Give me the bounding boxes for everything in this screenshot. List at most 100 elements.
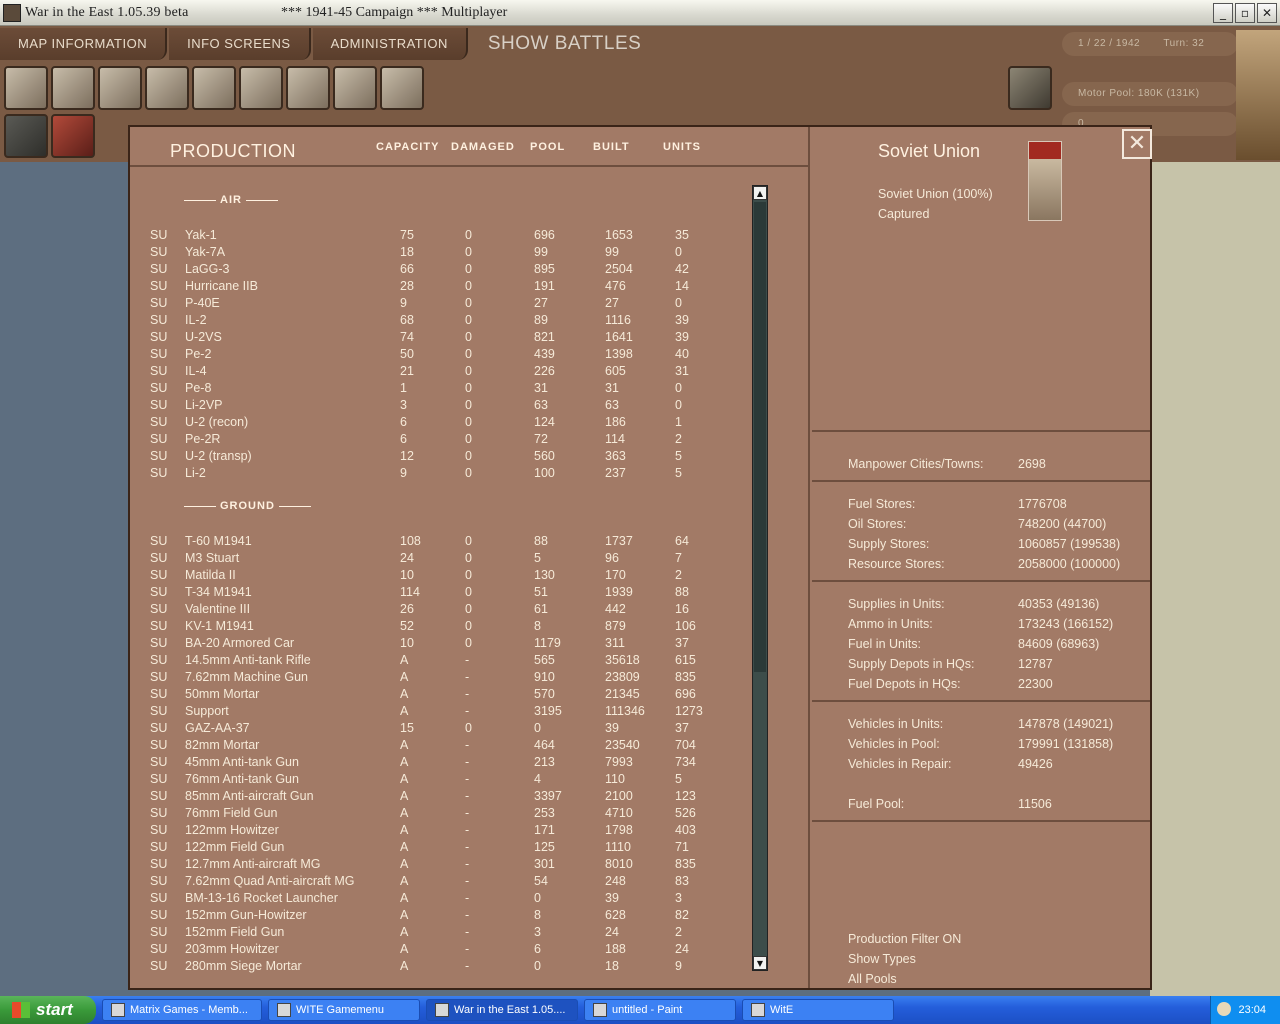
production-row[interactable]: SU Support A - 3195 111346 1273 [130, 703, 750, 720]
tray-arrow-icon[interactable] [1217, 1002, 1231, 1016]
capacity: 52 [400, 619, 414, 633]
tab-map-information[interactable]: MAP INFORMATION [0, 28, 168, 60]
scrollbar[interactable]: ▲ ▼ [752, 185, 768, 971]
staff-icon[interactable] [380, 66, 424, 110]
production-row[interactable]: SU Pe-2R 6 0 72 114 2 [130, 431, 750, 448]
orders-icon[interactable] [4, 66, 48, 110]
soldier-portrait [1236, 30, 1280, 160]
production-row[interactable]: SU Li-2 9 0 100 237 5 [130, 465, 750, 482]
close-icon[interactable]: ✕ [1122, 129, 1152, 159]
truck-icon[interactable] [1008, 66, 1052, 110]
maximize-button[interactable]: ▫ [1235, 3, 1255, 23]
production-row[interactable]: SU 82mm Mortar A - 464 23540 704 [130, 737, 750, 754]
production-row[interactable]: SU Yak-7A 18 0 99 99 0 [130, 244, 750, 261]
production-row[interactable]: SU 203mm Howitzer A - 6 188 24 [130, 941, 750, 958]
production-row[interactable]: SU P-40E 9 0 27 27 0 [130, 295, 750, 312]
vehicle-icon[interactable] [4, 114, 48, 158]
soldiers-icon[interactable] [98, 66, 142, 110]
task-war-in-the-east[interactable]: War in the East 1.05.... [426, 999, 578, 1021]
production-row[interactable]: SU BA-20 Armored Car 10 0 1179 311 37 [130, 635, 750, 652]
pool: 99 [534, 245, 548, 259]
production-row[interactable]: SU 12.7mm Anti-aircraft MG A - 301 8010 835 [130, 856, 750, 873]
minimize-button[interactable]: _ [1213, 3, 1233, 23]
production-row[interactable]: SU U-2VS 74 0 821 1641 39 [130, 329, 750, 346]
nation-code: SU [150, 806, 168, 820]
production-row[interactable]: SU 85mm Anti-aircraft Gun A - 3397 2100 123 [130, 788, 750, 805]
scroll-thumb[interactable] [754, 202, 766, 672]
scroll-up-icon[interactable]: ▲ [753, 186, 767, 200]
production-row[interactable]: SU Li-2VP 3 0 63 63 0 [130, 397, 750, 414]
close-window-button[interactable]: ✕ [1257, 3, 1277, 23]
capacity: 12 [400, 449, 414, 463]
production-row[interactable]: SU IL-4 21 0 226 605 31 [130, 363, 750, 380]
task-matrix-games[interactable]: Matrix Games - Memb... [102, 999, 262, 1021]
commander-icon[interactable] [333, 66, 377, 110]
production-row[interactable]: SU Matilda II 10 0 130 170 2 [130, 567, 750, 584]
task-wite-gamemenu[interactable]: WITE Gamemenu [268, 999, 420, 1021]
task-wite-folder[interactable]: WitE [742, 999, 894, 1021]
production-row[interactable]: SU 45mm Anti-tank Gun A - 213 7993 734 [130, 754, 750, 771]
capacity: 108 [400, 534, 421, 548]
col-capacity[interactable]: CAPACITY [376, 141, 439, 153]
production-row[interactable]: SU IL-2 68 0 89 1116 39 [130, 312, 750, 329]
built: 23540 [605, 738, 640, 752]
production-row[interactable]: SU BM-13-16 Rocket Launcher A - 0 39 3 [130, 890, 750, 907]
units-icon[interactable] [286, 66, 330, 110]
production-row[interactable]: SU 122mm Field Gun A - 125 1110 71 [130, 839, 750, 856]
production-row[interactable]: SU M3 Stuart 24 0 5 96 7 [130, 550, 750, 567]
production-row[interactable]: SU LaGG-3 66 0 895 2504 42 [130, 261, 750, 278]
production-row[interactable]: SU 152mm Field Gun A - 3 24 2 [130, 924, 750, 941]
production-row[interactable]: SU 280mm Siege Mortar A - 0 18 9 [130, 958, 750, 975]
production-row[interactable]: SU GAZ-AA-37 15 0 0 39 37 [130, 720, 750, 737]
tab-info-screens[interactable]: INFO SCREENS [169, 28, 311, 60]
shield-icon[interactable] [192, 66, 236, 110]
luftwaffe-icon[interactable] [239, 66, 283, 110]
production-row[interactable]: SU 7.62mm Machine Gun A - 910 23809 835 [130, 669, 750, 686]
production-row[interactable]: SU 76mm Anti-tank Gun A - 4 110 5 [130, 771, 750, 788]
production-row[interactable]: SU 122mm Howitzer A - 171 1798 403 [130, 822, 750, 839]
task-paint[interactable]: untitled - Paint [584, 999, 736, 1021]
units: 14 [675, 279, 689, 293]
production-row[interactable]: SU U-2 (transp) 12 0 560 363 5 [130, 448, 750, 465]
production-row[interactable]: SU U-2 (recon) 6 0 124 186 1 [130, 414, 750, 431]
production-row[interactable]: SU Hurricane IIB 28 0 191 476 14 [130, 278, 750, 295]
nation-captured[interactable]: Captured [878, 207, 929, 221]
production-row[interactable]: SU Pe-8 1 0 31 31 0 [130, 380, 750, 397]
units: 82 [675, 908, 689, 922]
show-types-toggle[interactable]: Show Types [848, 952, 916, 966]
production-filter-toggle[interactable]: Production Filter ON [848, 932, 961, 946]
all-pools-toggle[interactable]: All Pools [848, 972, 897, 986]
production-row[interactable]: SU KV-1 M1941 52 0 8 879 106 [130, 618, 750, 635]
nation-share[interactable]: Soviet Union (100%) [878, 187, 993, 201]
production-row[interactable]: SU Pe-2 50 0 439 1398 40 [130, 346, 750, 363]
portrait-icon[interactable] [51, 66, 95, 110]
capacity: A [400, 670, 409, 684]
production-row[interactable]: SU 50mm Mortar A - 570 21345 696 [130, 686, 750, 703]
item-name: 280mm Siege Mortar [185, 959, 302, 973]
production-row[interactable]: SU 14.5mm Anti-tank Rifle A - 565 35618 615 [130, 652, 750, 669]
production-row[interactable]: SU 76mm Field Gun A - 253 4710 526 [130, 805, 750, 822]
production-row[interactable]: SU T-34 M1941 114 0 51 1939 88 [130, 584, 750, 601]
col-damaged[interactable]: DAMAGED [451, 141, 515, 153]
capacity: 26 [400, 602, 414, 616]
damaged: - [465, 908, 470, 922]
production-row[interactable]: SU 7.62mm Quad Anti-aircraft MG A - 54 248 83 [130, 873, 750, 890]
col-units[interactable]: UNITS [663, 141, 701, 153]
units: 24 [675, 942, 689, 956]
show-battles-button[interactable]: SHOW BATTLES [470, 28, 659, 60]
col-pool[interactable]: POOL [530, 141, 565, 153]
start-button[interactable]: start [0, 996, 96, 1024]
built: 8010 [605, 857, 633, 871]
production-row[interactable]: SU T-60 M1941 108 0 88 1737 64 [130, 533, 750, 550]
poster-icon[interactable] [145, 66, 189, 110]
scroll-down-icon[interactable]: ▼ [753, 956, 767, 970]
tab-administration[interactable]: ADMINISTRATION [312, 28, 468, 60]
built: 442 [605, 602, 626, 616]
production-row[interactable]: SU Yak-1 75 0 696 1653 35 [130, 227, 750, 244]
production-row[interactable]: SU 152mm Gun-Howitzer A - 8 628 82 [130, 907, 750, 924]
flag-icon[interactable] [51, 114, 95, 158]
production-row[interactable]: SU Valentine III 26 0 61 442 16 [130, 601, 750, 618]
pool: 0 [534, 891, 541, 905]
col-built[interactable]: BUILT [593, 141, 630, 153]
item-name: KV-1 M1941 [185, 619, 254, 633]
